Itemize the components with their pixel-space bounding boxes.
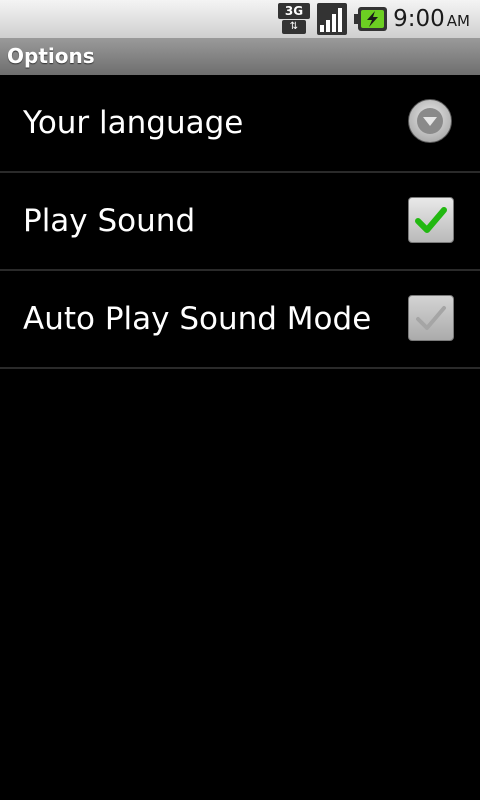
network-type-label: 3G — [278, 3, 310, 19]
options-list: Your language Play Sound Auto Play Sound… — [0, 75, 480, 369]
checkbox-checked[interactable] — [408, 197, 454, 243]
signal-strength-icon — [316, 3, 348, 35]
battery-charging-icon — [354, 3, 388, 35]
status-clock: 9:00 AM — [393, 4, 470, 34]
auto-play-sound-mode-checkbox[interactable] — [408, 295, 454, 341]
option-label-auto-play-sound-mode: Auto Play Sound Mode — [23, 301, 372, 337]
play-sound-checkbox[interactable] — [408, 197, 454, 243]
checkmark-icon — [415, 207, 447, 233]
option-label-language: Your language — [23, 105, 244, 141]
option-row-auto-play-sound-mode[interactable]: Auto Play Sound Mode — [0, 271, 480, 369]
checkmark-disabled-icon — [416, 306, 446, 330]
option-label-play-sound: Play Sound — [23, 203, 196, 239]
data-activity-icon: ⇅ — [282, 20, 306, 34]
status-bar: 3G ⇅ 9:00 AM — [0, 0, 480, 38]
page-title: Options — [7, 44, 95, 68]
network-3g-icon: 3G ⇅ — [278, 3, 310, 35]
clock-ampm: AM — [446, 12, 470, 30]
checkbox-checked-disabled[interactable] — [408, 295, 454, 341]
clock-time: 9:00 — [393, 6, 445, 32]
language-dropdown[interactable] — [408, 99, 454, 145]
dropdown-arrow-icon[interactable] — [408, 99, 452, 143]
title-bar: Options — [0, 38, 480, 75]
option-row-play-sound[interactable]: Play Sound — [0, 173, 480, 271]
option-row-language[interactable]: Your language — [0, 75, 480, 173]
